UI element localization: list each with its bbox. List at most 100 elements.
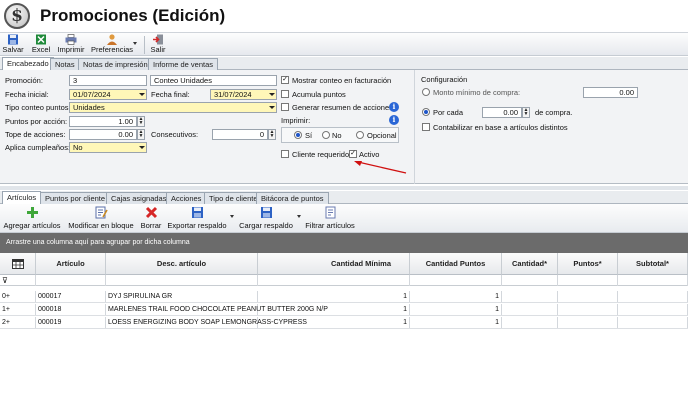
fecha-final-field[interactable]: 31/07/2024 <box>210 89 277 100</box>
preferences-button[interactable]: Preferencias <box>90 34 134 56</box>
cantidad-minima-cell[interactable]: 1 <box>258 304 410 315</box>
puntos-accion-stepper[interactable]: ▲ ▼ <box>137 116 145 127</box>
info-icon[interactable]: i <box>389 115 399 125</box>
tope-stepper[interactable]: ▲ ▼ <box>137 129 145 140</box>
group-by-bar[interactable]: Arrastre una columna aquí para agrupar p… <box>0 233 688 253</box>
load-backup-button[interactable]: Cargar respaldo <box>238 206 294 232</box>
col-subtotal[interactable]: Subtotal* <box>618 253 688 275</box>
cantidad-puntos-cell[interactable]: 1 <box>410 317 502 328</box>
export-dropdown-icon[interactable] <box>230 215 234 218</box>
tab-notas-impresion[interactable]: Notas de impresión <box>78 58 153 70</box>
info-icon[interactable]: i <box>389 102 399 112</box>
tab-encabezado[interactable]: Encabezado <box>2 57 54 71</box>
table-row[interactable]: 1+ 000018 MARLENES TRAIL FOOD CHOCOLATE … <box>0 304 688 316</box>
filter-cell[interactable] <box>502 275 558 286</box>
contabilizar-checkbox[interactable] <box>422 123 430 131</box>
filter-cell[interactable] <box>36 275 106 286</box>
export-backup-button[interactable]: Exportar respaldo <box>167 206 227 232</box>
tab-puntos-cliente[interactable]: Puntos por cliente <box>40 192 111 204</box>
save-icon <box>8 34 18 45</box>
puntos-cell[interactable] <box>558 304 618 315</box>
exit-button[interactable]: Salir <box>148 34 168 56</box>
filter-cell[interactable] <box>410 275 502 286</box>
bulk-edit-button[interactable]: Modificar en bloque <box>66 206 136 232</box>
monto-minimo-radio[interactable] <box>422 88 430 96</box>
row-number: 0+ <box>0 291 36 302</box>
consecutivos-field[interactable]: 0 <box>212 129 268 140</box>
print-button[interactable]: Imprimir <box>56 34 86 56</box>
puntos-accion-field[interactable]: 1.00 <box>69 116 137 127</box>
column-chooser-button[interactable] <box>0 253 36 275</box>
table-row[interactable]: 2+ 000019 LOESS ENERGIZING BODY SOAP LEM… <box>0 317 688 329</box>
imprimir-no-radio[interactable] <box>322 131 330 139</box>
cantidad-minima-cell[interactable]: 1 <box>258 317 410 328</box>
detail-tabs: Artículos Puntos por cliente Cajas asign… <box>0 191 688 205</box>
cumpleanos-select[interactable]: No <box>69 142 147 153</box>
splitter[interactable] <box>0 186 688 190</box>
main-toolbar: Salvar Excel Imprimir Preferencias Salir <box>0 32 688 56</box>
subtotal-cell[interactable] <box>618 291 688 302</box>
monto-minimo-field[interactable]: 0.00 <box>583 87 638 98</box>
mostrar-conteo-checkbox[interactable]: ✓ <box>281 76 289 84</box>
cliente-requerido-checkbox[interactable] <box>281 150 289 158</box>
cliente-requerido-label: Cliente requerido <box>292 150 350 159</box>
col-puntos[interactable]: Puntos* <box>558 253 618 275</box>
bulk-edit-label: Modificar en bloque <box>68 221 134 230</box>
desc-cell[interactable]: MARLENES TRAIL FOOD CHOCOLATE PEANUT BUT… <box>106 304 328 315</box>
filter-articles-button[interactable]: Filtrar artículos <box>304 206 356 232</box>
cantidad-minima-cell[interactable]: 1 <box>258 291 410 302</box>
articulo-cell[interactable]: 000017 <box>36 291 106 302</box>
subtotal-cell[interactable] <box>618 304 688 315</box>
promocion-field[interactable]: 3 <box>69 75 147 86</box>
generar-resumen-checkbox[interactable] <box>281 103 289 111</box>
excel-button[interactable]: Excel <box>30 34 52 56</box>
tab-cajas-asignadas[interactable]: Cajas asignadas <box>106 192 172 204</box>
table-row[interactable]: 0+ 000017 DYJ SPIRULINA GR 1 1 <box>0 291 688 303</box>
cantidad-puntos-cell[interactable]: 1 <box>410 304 502 315</box>
por-cada-radio[interactable] <box>422 108 430 116</box>
fecha-inicial-field[interactable]: 01/07/2024 <box>69 89 147 100</box>
activo-checkbox[interactable]: ✓ <box>349 150 357 158</box>
cantidad-cell[interactable] <box>502 304 558 315</box>
tipo-conteo-select[interactable]: Unidades <box>69 102 277 113</box>
col-articulo[interactable]: Artículo <box>36 253 106 275</box>
consecutivos-stepper[interactable]: ▲ ▼ <box>268 129 276 140</box>
tab-acciones[interactable]: Acciones <box>166 192 207 204</box>
add-articles-button[interactable]: Agregar artículos <box>3 206 61 232</box>
load-dropdown-icon[interactable] <box>297 215 301 218</box>
filter-cell[interactable] <box>618 275 688 286</box>
acumula-puntos-checkbox[interactable] <box>281 90 289 98</box>
subtotal-cell[interactable] <box>618 317 688 328</box>
articulo-cell[interactable]: 000019 <box>36 317 106 328</box>
por-cada-field[interactable]: 0.00 <box>482 107 522 118</box>
cantidad-cell[interactable] <box>502 291 558 302</box>
filter-cell[interactable] <box>258 275 410 286</box>
tab-notas[interactable]: Notas <box>50 58 80 70</box>
filter-icon[interactable]: ⊽ <box>0 275 36 286</box>
col-desc-articulo[interactable]: Desc. artículo <box>106 253 258 275</box>
filter-cell[interactable] <box>106 275 258 286</box>
tab-tipo-cliente[interactable]: Tipo de cliente <box>204 192 263 204</box>
por-cada-stepper[interactable]: ▲ ▼ <box>522 107 530 118</box>
tab-informe-ventas[interactable]: Informe de ventas <box>148 58 219 70</box>
descripcion-field[interactable]: Conteo Unidades <box>150 75 277 86</box>
delete-button[interactable]: Borrar <box>139 206 163 232</box>
articulo-cell[interactable]: 000018 <box>36 304 106 315</box>
desc-cell[interactable]: DYJ SPIRULINA GR <box>106 291 258 302</box>
save-button[interactable]: Salvar <box>2 34 24 56</box>
tab-bitacora-puntos[interactable]: Bitácora de puntos <box>256 192 329 204</box>
imprimir-opcional-radio[interactable] <box>356 131 364 139</box>
cantidad-puntos-cell[interactable]: 1 <box>410 291 502 302</box>
col-cantidad[interactable]: Cantidad* <box>502 253 558 275</box>
col-cantidad-puntos[interactable]: Cantidad Puntos <box>410 253 502 275</box>
cantidad-cell[interactable] <box>502 317 558 328</box>
delete-label: Borrar <box>140 221 162 230</box>
puntos-cell[interactable] <box>558 317 618 328</box>
puntos-cell[interactable] <box>558 291 618 302</box>
filter-cell[interactable] <box>558 275 618 286</box>
desc-cell[interactable]: LOESS ENERGIZING BODY SOAP LEMONGRASS-CY… <box>106 317 307 328</box>
tab-articulos[interactable]: Artículos <box>2 191 42 205</box>
tope-field[interactable]: 0.00 <box>69 129 137 140</box>
col-cantidad-minima[interactable]: Cantidad Mínima <box>258 253 410 275</box>
imprimir-si-radio[interactable] <box>294 131 302 139</box>
